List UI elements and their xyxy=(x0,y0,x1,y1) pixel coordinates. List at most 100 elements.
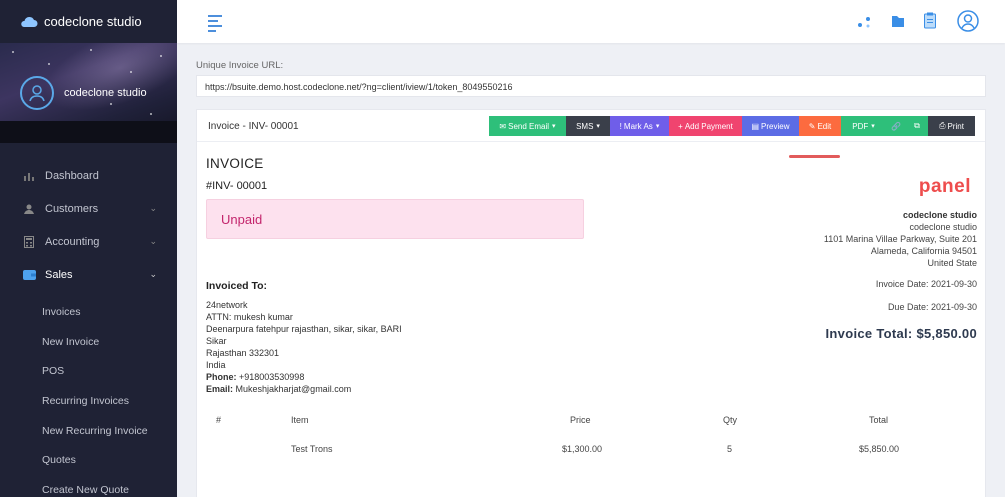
company-line: United State xyxy=(927,258,977,268)
edit-button[interactable]: ✎ Edit xyxy=(799,116,841,136)
company-line: 1101 Marina Villae Parkway, Suite 201 xyxy=(823,234,977,244)
col-header-qty: Qty xyxy=(723,415,738,425)
caret-down-icon: ▾ xyxy=(655,123,660,130)
link-icon: 🔗 xyxy=(891,121,901,131)
calculator-icon xyxy=(22,235,36,249)
preview-icon: ▤ xyxy=(751,121,760,131)
logo-underline xyxy=(789,155,840,158)
add-payment-button[interactable]: + Add Payment xyxy=(669,116,742,136)
invoice-number: #INV- 00001 xyxy=(206,180,268,192)
share-icon[interactable] xyxy=(857,15,871,34)
invoice-card-header: Invoice - INV- 00001 ✉ Send Email ▾ SMS ▾!… xyxy=(197,110,985,142)
pdf-button[interactable]: PDF ▾ xyxy=(841,116,886,136)
client-email: Email: Mukeshjakharjat@gmail.com xyxy=(206,383,402,395)
due-date: Due Date: 2021-09-30 xyxy=(887,302,977,312)
col-header-item: Item xyxy=(291,415,309,425)
address-line: Deenarpura fatehpur rajasthan, sikar, si… xyxy=(206,324,402,334)
client-address: 24network ATTN: mukesh kumar Deenarpura … xyxy=(206,299,402,395)
company-line: Alameda, California 94501 xyxy=(870,246,977,256)
address-line: 24network xyxy=(206,300,248,310)
caret-down-icon: ▾ xyxy=(596,123,600,130)
top-bar xyxy=(177,0,1005,43)
invoice-url-label: Unique Invoice URL: xyxy=(196,60,284,71)
add-payment-icon: + xyxy=(678,121,683,131)
col-header-price: Price xyxy=(570,415,591,425)
brand[interactable]: codeclone studio xyxy=(0,0,177,43)
wallet-icon xyxy=(22,268,36,282)
caret-down-icon: ▾ xyxy=(871,123,875,130)
sidebar-subitem-invoices[interactable]: Invoices xyxy=(0,297,177,327)
phone-label: Phone: xyxy=(206,372,237,382)
invoice-url-field[interactable]: https://bsuite.demo.host.codeclone.net/?… xyxy=(196,75,986,97)
copy-icon: ⧉ xyxy=(914,121,920,130)
invoice-heading: INVOICE xyxy=(206,156,264,171)
company-line: codeclone studio xyxy=(909,222,977,232)
chevron-down-icon: ⌄ xyxy=(149,203,157,213)
sidebar-subitem-recurring-invoices[interactable]: Recurring Invoices xyxy=(0,386,177,416)
brand-name: codeclone studio xyxy=(44,14,142,29)
sidebar-item-customers[interactable]: Customers ⌄ xyxy=(0,192,177,225)
sidebar-subitem-new-invoice[interactable]: New Invoice xyxy=(0,327,177,357)
row-qty: 5 xyxy=(727,444,733,454)
invoice-total: Invoice Total: $5,850.00 xyxy=(825,326,977,341)
sidebar-item-label: Dashboard xyxy=(45,169,99,182)
button-label: Add Payment xyxy=(684,121,733,131)
copy-button[interactable]: ⧉ xyxy=(906,116,928,136)
invoice-date: Invoice Date: 2021-09-30 xyxy=(875,279,977,289)
address-line: Rajasthan 332301 xyxy=(206,348,280,358)
sidebar-subitem-create-new-quote[interactable]: Create New Quote xyxy=(0,475,177,497)
row-total: $5,850.00 xyxy=(859,444,900,454)
user-icon xyxy=(22,202,36,216)
user-profile-icon[interactable] xyxy=(957,10,979,37)
user-name: codeclone studio xyxy=(64,87,147,99)
row-item: Test Trons xyxy=(291,444,333,454)
send-email-button[interactable]: ✉ Send Email ▾ xyxy=(489,116,566,136)
cloud-logo-icon xyxy=(20,16,38,28)
phone-value: +918003530998 xyxy=(236,372,305,382)
button-label: SMS xyxy=(576,121,594,131)
folder-icon[interactable] xyxy=(891,14,905,33)
email-value: Mukeshjakharjat@gmail.com xyxy=(233,384,352,394)
button-label: PDF xyxy=(852,121,869,131)
address-line: Sikar xyxy=(206,336,227,346)
company-logo: panel xyxy=(918,176,971,197)
sidebar-item-label: Sales xyxy=(45,268,73,281)
sidebar-item-accounting[interactable]: Accounting ⌄ xyxy=(0,225,177,258)
email-label: Email: xyxy=(206,384,234,394)
button-label: Preview xyxy=(761,121,790,131)
invoice-card: Invoice - INV- 00001 ✉ Send Email ▾ SMS ▾!… xyxy=(196,109,986,497)
send-email-icon: ✉ xyxy=(499,121,507,131)
mark-as-button[interactable]: ! Mark As ▾ xyxy=(610,116,669,136)
menu-toggle-icon[interactable] xyxy=(208,15,222,35)
address-line: ATTN: mukesh kumar xyxy=(206,312,293,322)
invoice-action-toolbar: ✉ Send Email ▾ SMS ▾! Mark As ▾ + Add Payment… xyxy=(489,116,975,136)
sms-button[interactable]: SMS ▾ xyxy=(566,116,610,136)
chevron-down-icon: ⌄ xyxy=(149,269,157,279)
sidebar-subitem-pos[interactable]: POS xyxy=(0,356,177,386)
sidebar-subitem-new-recurring-invoice[interactable]: New Recurring Invoice xyxy=(0,416,177,446)
button-label: Mark As xyxy=(623,121,653,131)
print-icon: ⎙ xyxy=(939,121,946,130)
sidebar-item-label: Accounting xyxy=(45,235,100,248)
company-name: codeclone studio xyxy=(902,210,977,220)
row-price: $1,300.00 xyxy=(562,444,603,454)
company-address: codeclone studio codeclone studio 1101 M… xyxy=(824,209,977,269)
button-label: Edit xyxy=(817,121,832,131)
preview-button[interactable]: ▤ Preview xyxy=(742,116,799,136)
button-label: Send Email xyxy=(508,121,550,131)
chevron-down-icon: ⌄ xyxy=(149,236,157,246)
button-label: Print xyxy=(947,121,964,131)
sidebar-item-sales[interactable]: Sales ⌄ xyxy=(0,258,177,291)
user-avatar-icon[interactable] xyxy=(20,76,54,110)
sidebar-subitem-quotes[interactable]: Quotes xyxy=(0,445,177,475)
sidebar: codeclone studio codeclone studio Dashbo… xyxy=(0,0,177,497)
invoice-card-title: Invoice - INV- 00001 xyxy=(208,121,299,132)
print-button[interactable]: ⎙ Print xyxy=(928,116,975,136)
link-button[interactable]: 🔗 xyxy=(886,116,906,136)
clipboard-icon[interactable] xyxy=(924,12,936,34)
sidebar-item-dashboard[interactable]: Dashboard xyxy=(0,159,177,192)
col-header-num: # xyxy=(216,415,222,425)
sidebar-menu: Dashboard Customers ⌄ Accounting ⌄ Sales… xyxy=(0,143,177,497)
invoiced-to-label: Invoiced To: xyxy=(206,280,268,292)
edit-icon: ✎ xyxy=(808,121,816,131)
